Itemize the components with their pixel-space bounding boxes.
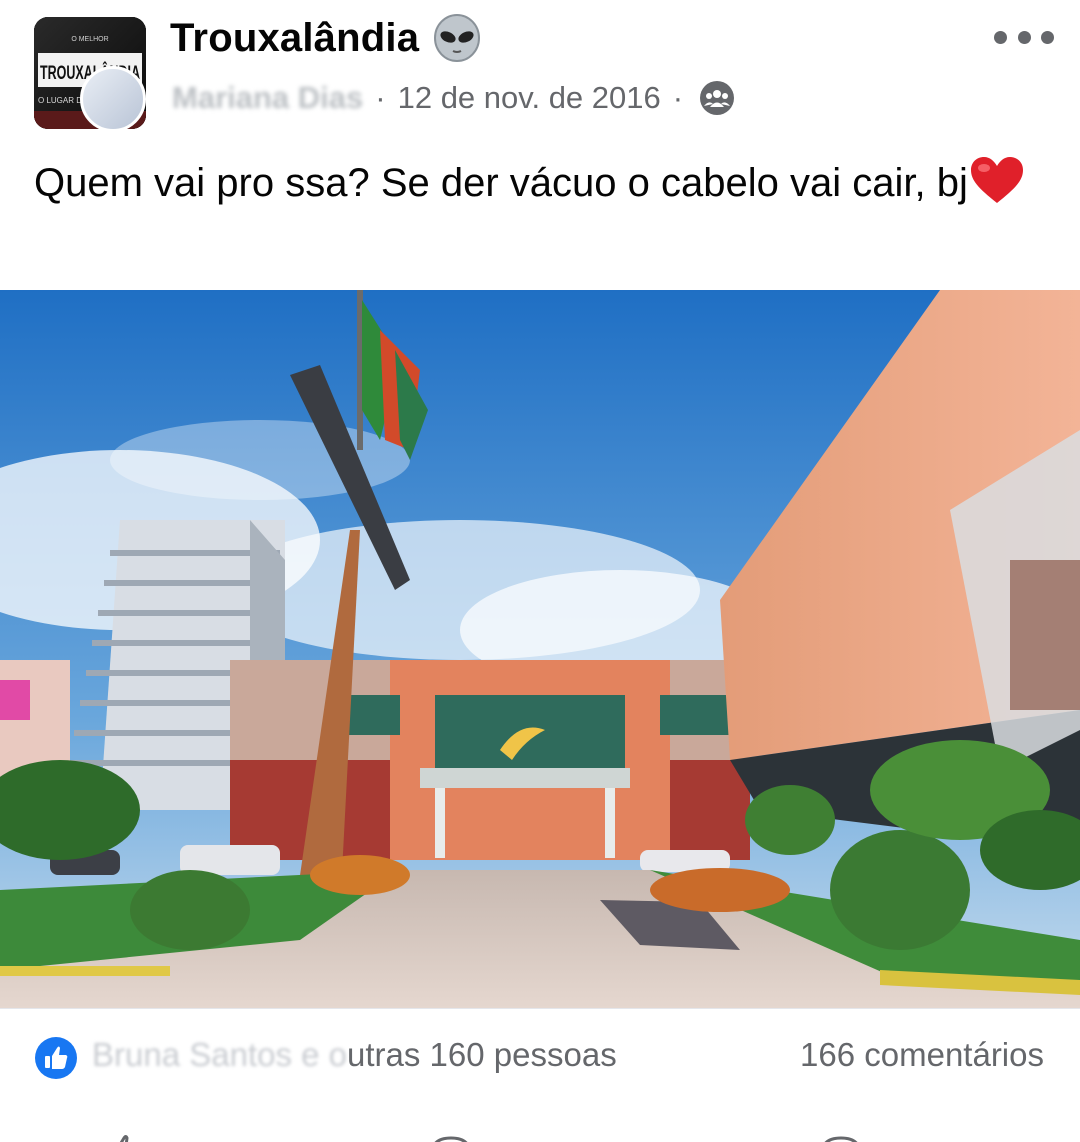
author-name[interactable]: Mariana Dias [172, 80, 363, 116]
group-avatar-top-text: O MELHOR [71, 36, 108, 43]
reactor-count-text: utras 160 pessoas [347, 1036, 617, 1073]
like-action-icon[interactable] [108, 1134, 142, 1142]
post-header: O MELHOR TROUXALÂNDIA O LUGAR DE TROUXA … [0, 0, 1080, 140]
meta-separator-2: · [672, 80, 684, 115]
like-icon[interactable] [34, 1036, 78, 1080]
reactor-names-blurred: Bruna Santos e o [92, 1036, 348, 1073]
meta-separator: · [375, 80, 386, 115]
more-options-dot [1041, 30, 1054, 44]
alien-emoji-icon [431, 14, 483, 62]
share-action-icon[interactable] [818, 1134, 864, 1142]
post-message: Quem vai pro ssa? Se der vácuo o cabelo … [34, 161, 968, 205]
post-text: Quem vai pro ssa? Se der vácuo o cabelo … [34, 156, 1044, 210]
group-audience-icon[interactable] [699, 80, 735, 116]
post-meta: Mariana Dias · 12 de nov. de 2016 · [172, 80, 735, 116]
author-avatar[interactable] [80, 66, 146, 132]
reactors-summary[interactable]: Bruna Santos e outras 160 pessoas [92, 1036, 617, 1074]
comments-count[interactable]: 166 comentários [800, 1036, 1044, 1074]
group-name-link[interactable]: Trouxalândia [170, 14, 483, 62]
heart-emoji-icon [968, 156, 1026, 206]
group-name: Trouxalândia [170, 15, 420, 60]
action-bar [0, 1120, 1080, 1142]
post-date[interactable]: 12 de nov. de 2016 [398, 80, 661, 116]
post-photo[interactable] [0, 290, 1080, 1008]
more-options-dot [1017, 30, 1031, 44]
more-options-button[interactable] [994, 20, 1054, 54]
comment-action-icon[interactable] [428, 1134, 474, 1142]
more-options-icon [994, 30, 1007, 44]
